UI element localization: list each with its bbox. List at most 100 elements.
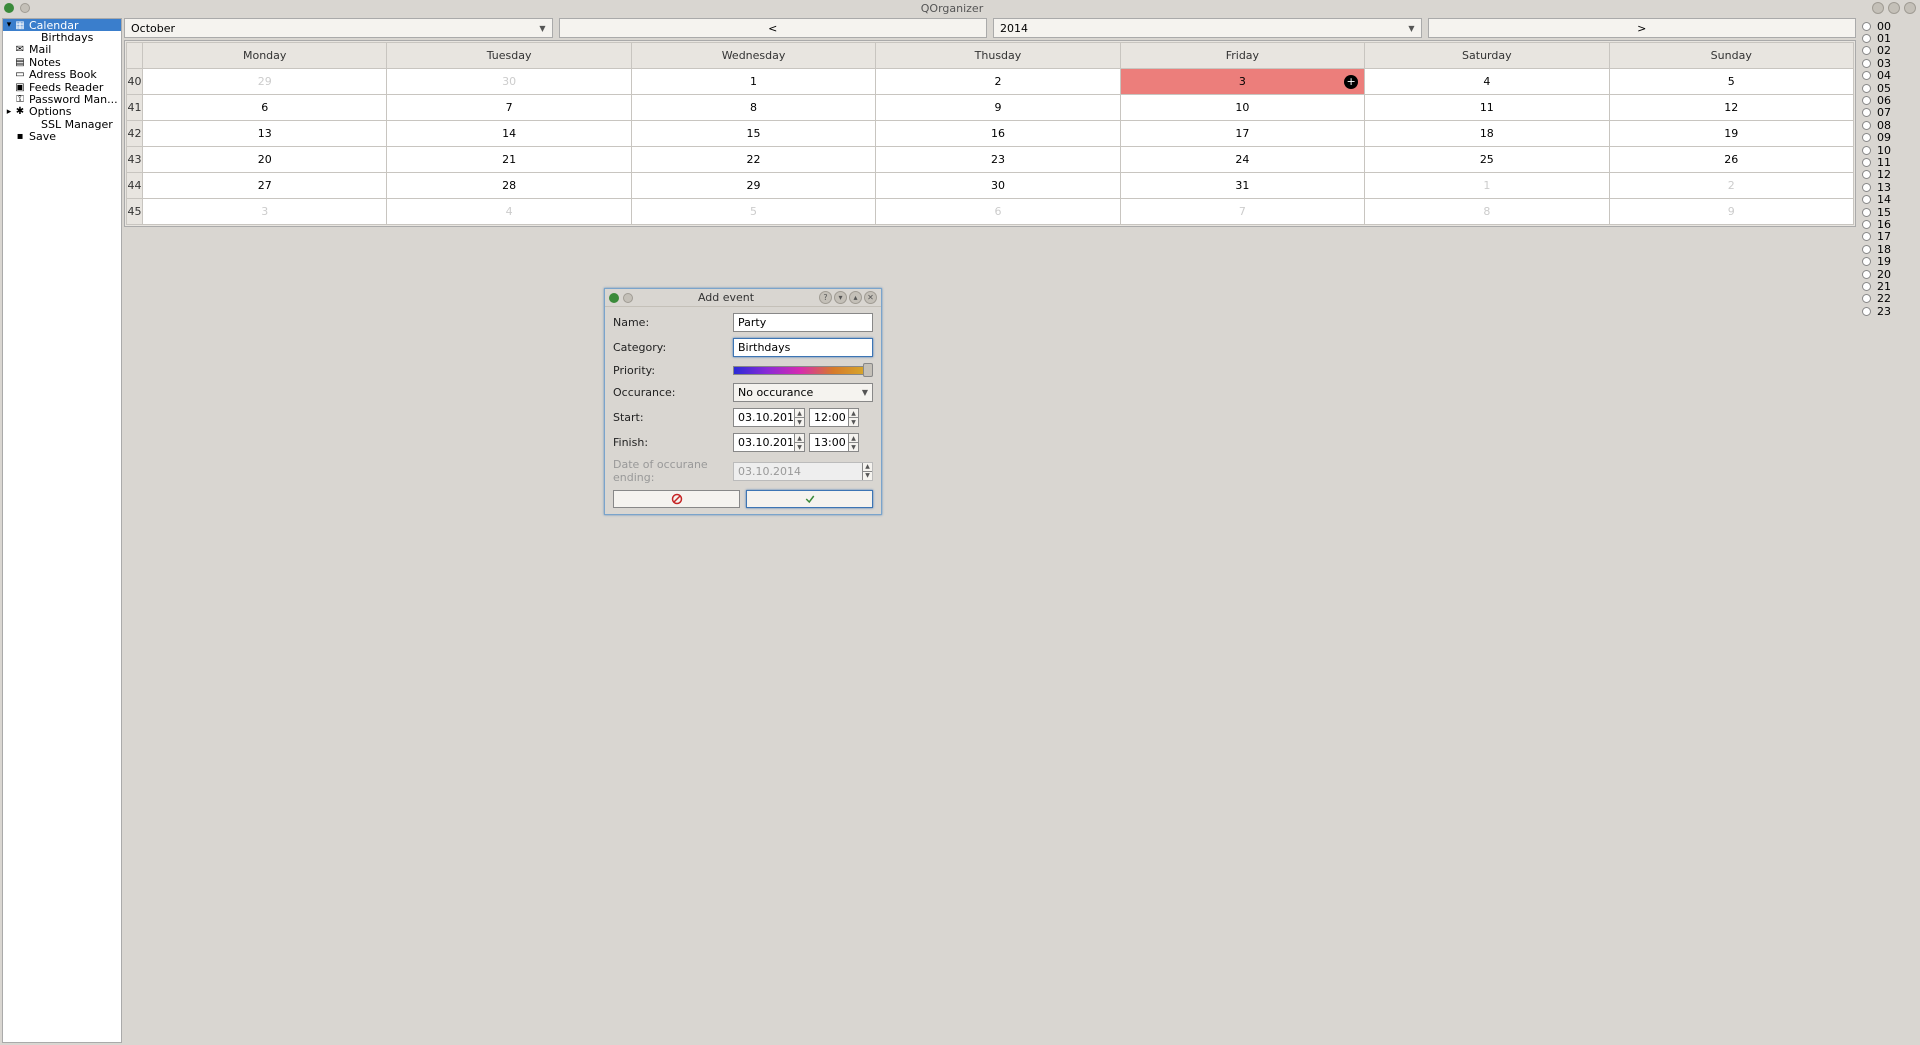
calendar-day-cell[interactable]: 9 <box>876 95 1120 121</box>
spin-down-icon[interactable]: ▼ <box>794 418 804 426</box>
hour-radio[interactable] <box>1862 307 1871 316</box>
add-event-icon[interactable]: + <box>1344 75 1358 89</box>
hour-row-01[interactable]: 01 <box>1858 32 1918 44</box>
hour-row-20[interactable]: 20 <box>1858 268 1918 280</box>
spin-up-icon[interactable]: ▲ <box>794 434 804 443</box>
calendar-day-cell[interactable]: 2 <box>1609 173 1853 199</box>
dialog-shade-button[interactable]: ▾ <box>834 291 847 304</box>
start-time-spinner[interactable]: 12:00 ▲▼ <box>809 408 859 427</box>
calendar-day-cell[interactable]: 8 <box>1365 199 1609 225</box>
calendar-day-cell[interactable]: 12 <box>1609 95 1853 121</box>
spin-down-icon[interactable]: ▼ <box>848 418 858 426</box>
hour-row-12[interactable]: 12 <box>1858 169 1918 181</box>
hour-row-14[interactable]: 14 <box>1858 193 1918 205</box>
sidebar-item-save[interactable]: Save <box>3 131 121 143</box>
hour-radio[interactable] <box>1862 158 1871 167</box>
hour-row-13[interactable]: 13 <box>1858 181 1918 193</box>
hour-radio[interactable] <box>1862 108 1871 117</box>
calendar-day-cell[interactable]: 7 <box>1120 199 1364 225</box>
calendar-day-cell[interactable]: 6 <box>143 95 387 121</box>
sidebar-item-calendar[interactable]: ▾Calendar <box>3 19 121 31</box>
spin-up-icon[interactable]: ▲ <box>794 409 804 418</box>
hour-row-03[interactable]: 03 <box>1858 57 1918 69</box>
hour-row-09[interactable]: 09 <box>1858 132 1918 144</box>
calendar-day-cell[interactable]: 1 <box>631 69 875 95</box>
calendar-day-cell[interactable]: 13 <box>143 121 387 147</box>
calendar-day-cell[interactable]: 30 <box>387 69 631 95</box>
calendar-day-cell[interactable]: 8 <box>631 95 875 121</box>
hour-radio[interactable] <box>1862 59 1871 68</box>
hour-row-10[interactable]: 10 <box>1858 144 1918 156</box>
calendar-day-cell[interactable]: 14 <box>387 121 631 147</box>
calendar-day-cell[interactable]: 1 <box>1365 173 1609 199</box>
calendar-day-cell[interactable]: 2 <box>876 69 1120 95</box>
calendar-day-cell[interactable]: 31 <box>1120 173 1364 199</box>
hour-row-02[interactable]: 02 <box>1858 45 1918 57</box>
hour-row-00[interactable]: 00 <box>1858 20 1918 32</box>
calendar-day-cell[interactable]: 11 <box>1365 95 1609 121</box>
hour-row-23[interactable]: 23 <box>1858 305 1918 317</box>
hour-row-08[interactable]: 08 <box>1858 119 1918 131</box>
calendar-day-cell[interactable]: 29 <box>143 69 387 95</box>
calendar-day-cell[interactable]: 4 <box>1365 69 1609 95</box>
month-selector[interactable]: October ▼ <box>124 18 553 38</box>
calendar-day-cell[interactable]: 7 <box>387 95 631 121</box>
hour-radio[interactable] <box>1862 146 1871 155</box>
calendar-day-cell[interactable]: 23 <box>876 147 1120 173</box>
hour-radio[interactable] <box>1862 294 1871 303</box>
calendar-day-cell[interactable]: 20 <box>143 147 387 173</box>
cancel-button[interactable] <box>613 490 740 508</box>
hour-row-18[interactable]: 18 <box>1858 243 1918 255</box>
calendar-day-cell[interactable]: 29 <box>631 173 875 199</box>
calendar-day-cell[interactable]: 28 <box>387 173 631 199</box>
calendar-day-cell[interactable]: 5 <box>1609 69 1853 95</box>
calendar-day-cell[interactable]: 17 <box>1120 121 1364 147</box>
calendar-day-cell[interactable]: 4 <box>387 199 631 225</box>
sidebar-item-ssl-manager[interactable]: SSL Manager <box>3 118 121 130</box>
hour-radio[interactable] <box>1862 208 1871 217</box>
hour-radio[interactable] <box>1862 96 1871 105</box>
hour-radio[interactable] <box>1862 220 1871 229</box>
prev-month-button[interactable]: < <box>559 18 988 38</box>
year-selector[interactable]: 2014 ▼ <box>993 18 1422 38</box>
spin-down-icon[interactable]: ▼ <box>794 443 804 451</box>
maximize-button[interactable] <box>1888 2 1900 14</box>
calendar-day-cell[interactable]: 15 <box>631 121 875 147</box>
calendar-day-cell[interactable]: 9 <box>1609 199 1853 225</box>
sidebar-item-password-man-[interactable]: Password Man... <box>3 93 121 105</box>
sidebar-item-birthdays[interactable]: Birthdays <box>3 31 121 43</box>
calendar-day-cell[interactable]: 3+ <box>1120 69 1364 95</box>
hour-row-04[interactable]: 04 <box>1858 70 1918 82</box>
hour-radio[interactable] <box>1862 121 1871 130</box>
calendar-day-cell[interactable]: 10 <box>1120 95 1364 121</box>
tree-caret-icon[interactable]: ▾ <box>5 20 13 30</box>
hour-radio[interactable] <box>1862 245 1871 254</box>
hour-row-22[interactable]: 22 <box>1858 293 1918 305</box>
hour-radio[interactable] <box>1862 170 1871 179</box>
hour-row-06[interactable]: 06 <box>1858 94 1918 106</box>
finish-date-spinner[interactable]: 03.10.2014 ▲▼ <box>733 433 805 452</box>
sidebar-item-adress-book[interactable]: Adress Book <box>3 69 121 81</box>
hour-radio[interactable] <box>1862 22 1871 31</box>
calendar-day-cell[interactable]: 19 <box>1609 121 1853 147</box>
name-input[interactable]: Party <box>733 313 873 332</box>
hour-radio[interactable] <box>1862 183 1871 192</box>
hour-radio[interactable] <box>1862 46 1871 55</box>
minimize-button[interactable] <box>1872 2 1884 14</box>
dialog-help-button[interactable]: ? <box>819 291 832 304</box>
dialog-rollup-button[interactable]: ▴ <box>849 291 862 304</box>
ok-button[interactable] <box>746 490 873 508</box>
hour-radio[interactable] <box>1862 84 1871 93</box>
hour-row-16[interactable]: 16 <box>1858 218 1918 230</box>
hour-radio[interactable] <box>1862 133 1871 142</box>
calendar-day-cell[interactable]: 27 <box>143 173 387 199</box>
hour-radio[interactable] <box>1862 34 1871 43</box>
sidebar-item-feeds-reader[interactable]: Feeds Reader <box>3 81 121 93</box>
spin-up-icon[interactable]: ▲ <box>848 409 858 418</box>
hour-radio[interactable] <box>1862 195 1871 204</box>
hour-row-07[interactable]: 07 <box>1858 107 1918 119</box>
occurance-selector[interactable]: No occurance ▼ <box>733 383 873 402</box>
hour-radio[interactable] <box>1862 71 1871 80</box>
start-date-spinner[interactable]: 03.10.2014 ▲▼ <box>733 408 805 427</box>
priority-slider[interactable] <box>733 363 873 377</box>
